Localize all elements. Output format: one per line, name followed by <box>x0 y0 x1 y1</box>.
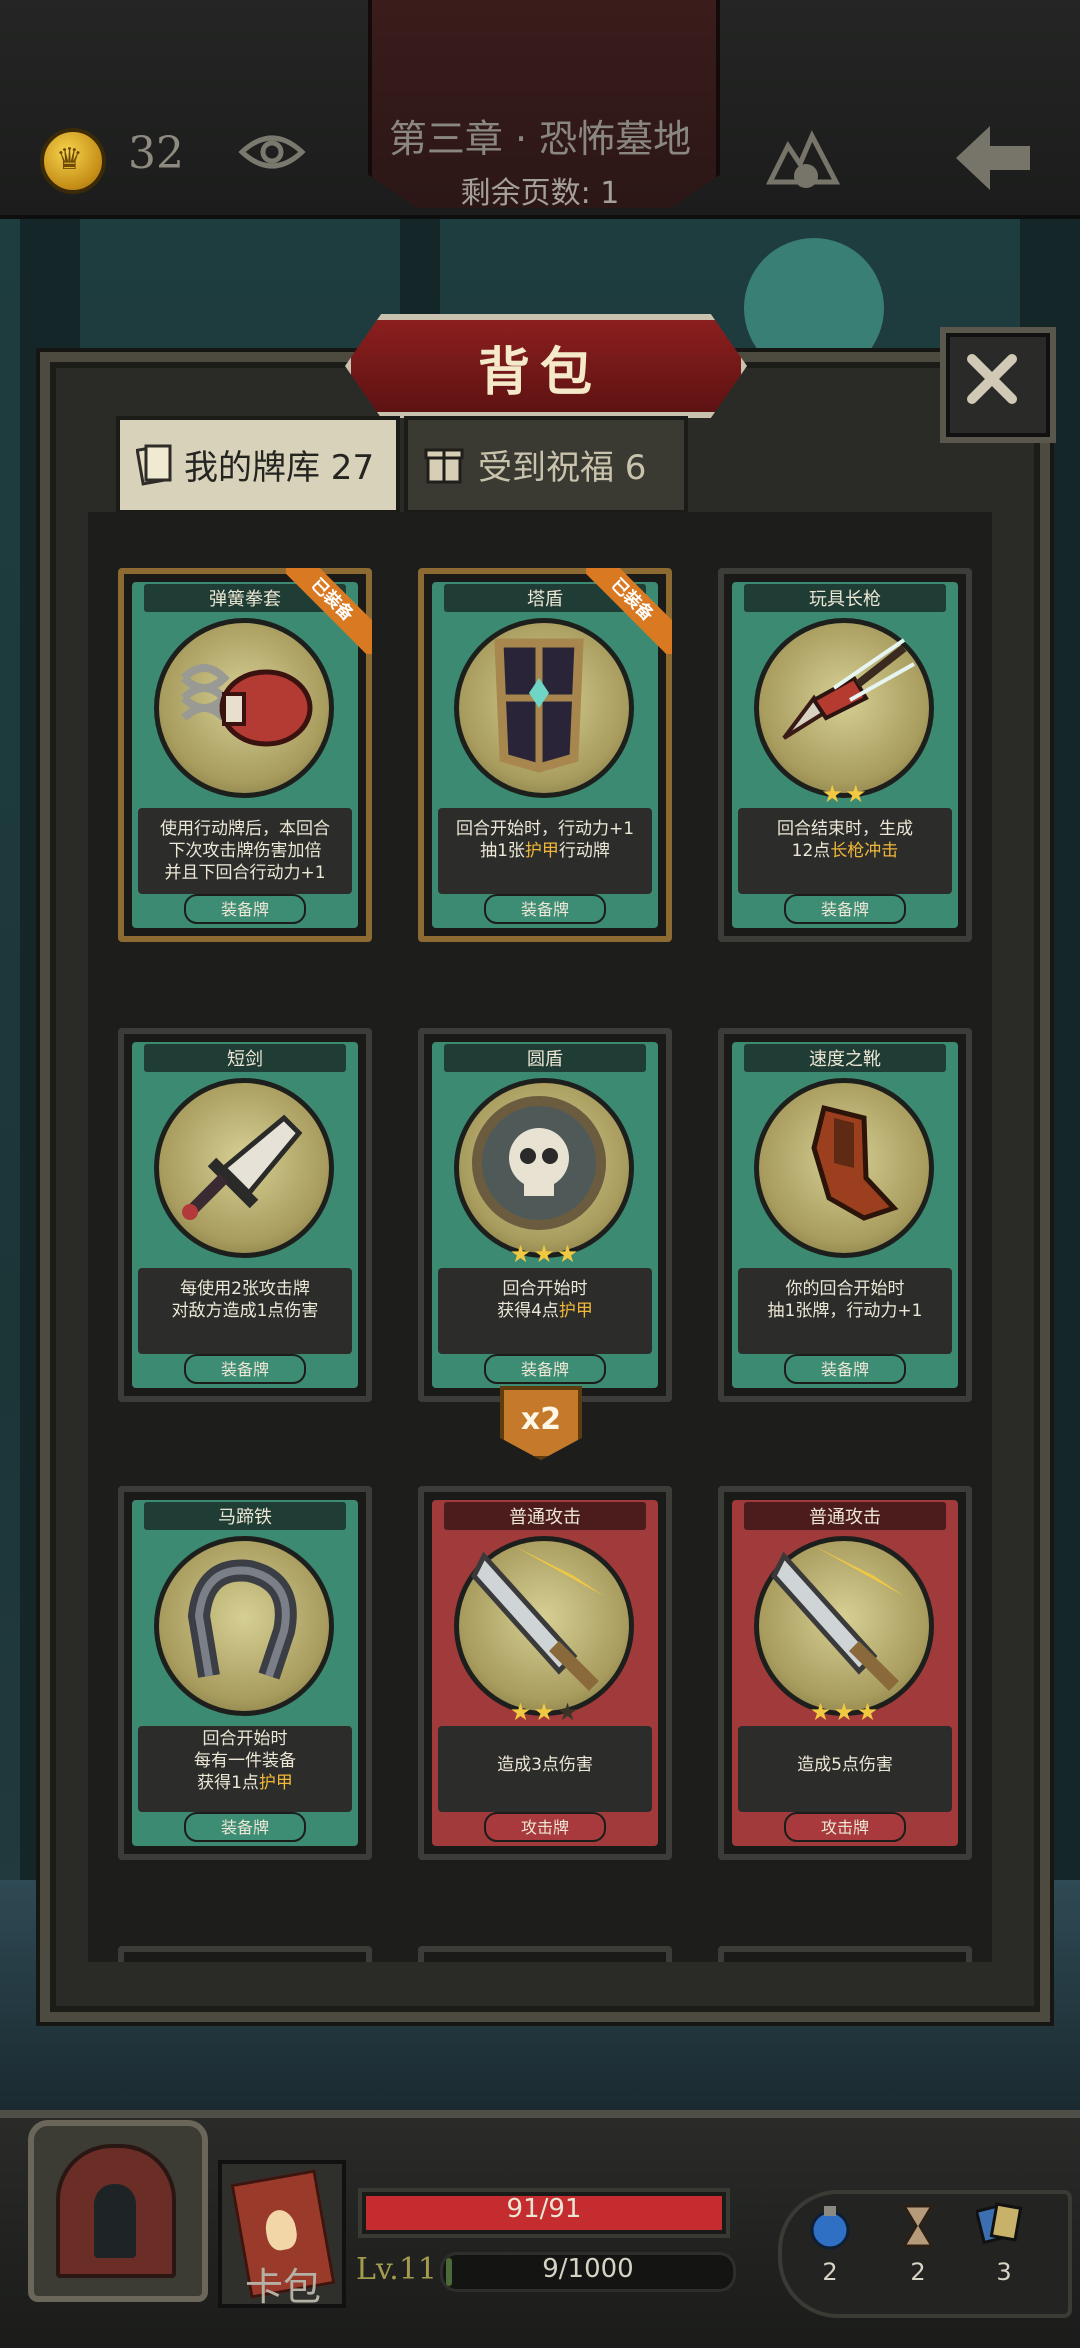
close-icon <box>967 354 1017 404</box>
horseshoe-icon <box>187 1559 297 1680</box>
card-type: 攻击牌 <box>520 1818 569 1837</box>
hero-avatar <box>94 2184 136 2258</box>
equipped-badge: 已装备 <box>286 568 372 654</box>
coin-count: 32 <box>128 128 184 179</box>
card-name: 短剑 <box>227 1049 263 1070</box>
card-toy-lance[interactable]: 玩具长枪 ★★ 回合结束时，生成 12点长枪冲击 装备牌 <box>718 568 972 942</box>
card-deck-icon <box>136 444 172 486</box>
card-name: 圆盾 <box>527 1049 563 1070</box>
potion-icon[interactable] <box>806 2202 854 2250</box>
card-type: 装备牌 <box>520 1360 569 1379</box>
card-basic-attack[interactable]: 普通攻击 ★★★ 造成3点伤害 攻击牌 <box>418 1486 672 1860</box>
gift-icon <box>424 448 464 484</box>
card-description: 你的回合开始时 抽1张牌，行动力+1 <box>767 1279 923 1321</box>
card-type: 攻击牌 <box>820 1818 869 1837</box>
card-spring-glove[interactable]: 弹簧拳套 使用行动牌后，本回合 下次攻击牌伤害加倍 并且下回合行动力+1 装备牌… <box>118 568 372 942</box>
card-name: 玩具长枪 <box>809 589 881 610</box>
potion-count: 2 <box>822 2258 838 2286</box>
card-description: 回合开始时 每有一件装备 获得1点护甲 <box>194 1729 296 1793</box>
tab-my-deck[interactable]: 我的牌库 27 <box>116 416 400 514</box>
card-count-badge: x2 <box>500 1386 582 1460</box>
card-pack-label: 卡包 <box>244 2265 321 2309</box>
card-type: 装备牌 <box>820 1360 869 1379</box>
skull-shield-icon <box>472 1096 606 1230</box>
tab-blessings[interactable]: 受到祝福 6 <box>404 416 688 514</box>
card-speed-boots[interactable]: 速度之靴 你的回合开始时 抽1张牌，行动力+1 装备牌 <box>718 1028 972 1402</box>
card-description: 造成3点伤害 <box>497 1755 593 1775</box>
card-short-sword[interactable]: 短剑 每使用2张攻击牌 对敌方造成1点伤害 装备牌 <box>118 1028 372 1402</box>
lance-icon <box>782 638 915 740</box>
card-partial[interactable] <box>118 1946 372 1962</box>
card-partial[interactable] <box>718 1946 972 1962</box>
card-description: 每使用2张攻击牌 对敌方造成1点伤害 <box>171 1279 319 1321</box>
card-partial[interactable] <box>418 1946 672 1962</box>
equipped-badge: 已装备 <box>586 568 672 654</box>
hero-portrait[interactable] <box>28 2120 208 2302</box>
chapter-title: 第三章 · 恐怖墓地 <box>388 117 692 161</box>
card-basic-attack[interactable]: 普通攻击 ★★★ 造成5点伤害 攻击牌 <box>718 1486 972 1860</box>
hourglass-icon[interactable] <box>894 2202 942 2250</box>
deck-grid[interactable]: 弹簧拳套 使用行动牌后，本回合 下次攻击牌伤害加倍 并且下回合行动力+1 装备牌… <box>88 512 992 1962</box>
boots-icon <box>811 1104 899 1221</box>
card-tower-shield[interactable]: 塔盾 回合开始时，行动力+1 抽1张护甲行动牌 装备牌 已装备 <box>418 568 672 942</box>
pages-left: 剩余页数: 1 <box>460 176 620 211</box>
panel-title: 背包 <box>477 343 602 403</box>
eye-icon[interactable] <box>238 130 306 174</box>
card-name: 马蹄铁 <box>218 1507 272 1528</box>
xp-text: 9/1000 <box>542 2254 634 2284</box>
hp-text: 91/91 <box>506 2194 582 2224</box>
star-rating: ★★★ <box>509 1698 581 1726</box>
gold-coin-icon: ♛ <box>40 128 106 194</box>
card-type: 装备牌 <box>220 900 269 919</box>
card-horseshoe[interactable]: 马蹄铁 回合开始时 每有一件装备 获得1点护甲 装备牌 <box>118 1486 372 1860</box>
hourglass-count: 2 <box>910 2258 926 2286</box>
cards-icon[interactable] <box>976 2198 1024 2246</box>
short-sword-icon <box>182 1114 303 1220</box>
card-name: 普通攻击 <box>509 1507 581 1528</box>
card-description: 回合开始时，行动力+1 抽1张护甲行动牌 <box>455 819 635 861</box>
card-type: 装备牌 <box>820 900 869 919</box>
card-type: 装备牌 <box>220 1818 269 1837</box>
card-round-shield[interactable]: 圆盾 ★★★ 回合开始时 获得4点护甲 装备牌 <box>418 1028 672 1402</box>
level-text: Lv.11 <box>356 2252 438 2287</box>
cards-count: 3 <box>996 2258 1012 2286</box>
star-rating: ★★★ <box>809 1698 881 1726</box>
map-icon[interactable] <box>766 126 842 190</box>
card-name: 速度之靴 <box>809 1049 881 1070</box>
tab-label: 我的牌库 27 <box>184 448 375 488</box>
close-button[interactable] <box>940 327 1056 443</box>
card-description: 回合开始时 获得4点护甲 <box>497 1279 593 1321</box>
card-type: 装备牌 <box>220 1360 269 1379</box>
sword-slash-icon <box>771 1546 904 1691</box>
card-description: 使用行动牌后，本回合 下次攻击牌伤害加倍 并且下回合行动力+1 <box>160 819 330 883</box>
sword-slash-icon <box>471 1546 604 1691</box>
star-rating: ★★★ <box>509 1240 581 1268</box>
tab-label: 受到祝福 6 <box>478 448 647 488</box>
star-rating: ★★ <box>821 780 869 808</box>
back-arrow-icon[interactable] <box>950 120 1036 196</box>
card-description: 回合结束时，生成 12点长枪冲击 <box>777 819 913 861</box>
card-description: 造成5点伤害 <box>797 1755 893 1775</box>
card-type: 装备牌 <box>520 900 569 919</box>
card-name: 普通攻击 <box>809 1507 881 1528</box>
